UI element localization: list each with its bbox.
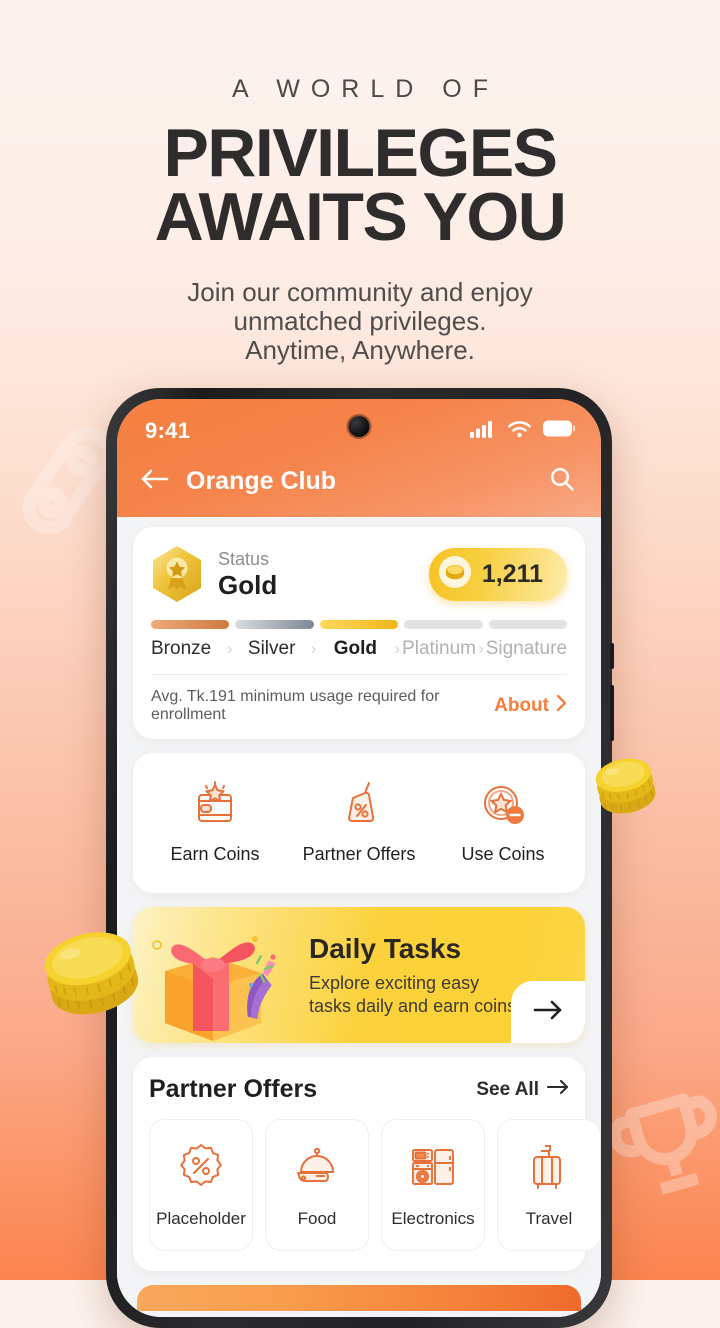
- tier-bar-bronze: [151, 620, 230, 629]
- hero-eyebrow: A WORLD OF: [232, 75, 499, 103]
- app-content: Status Gold 1,211 Bronze › Silver › Gold…: [117, 517, 601, 1317]
- hero-title-line-2: AWAITS YOU: [154, 179, 567, 255]
- percent-tag-icon: [335, 781, 383, 834]
- daily-tasks-subtitle-line-1: Explore exciting easy: [309, 973, 480, 993]
- gift-box-icon: [139, 913, 309, 1043]
- chevron-right-icon: ›: [394, 639, 401, 658]
- tier-bar-silver: [235, 620, 314, 629]
- quick-action-label: Use Coins: [461, 844, 545, 864]
- offer-label: Placeholder: [156, 1208, 246, 1228]
- status-icons: [470, 420, 575, 443]
- about-link[interactable]: About: [494, 694, 567, 718]
- hexagon-medal-icon: [151, 545, 203, 603]
- coin-balance-pill[interactable]: 1,211: [428, 547, 567, 601]
- arrow-left-icon[interactable]: [141, 468, 169, 495]
- daily-tasks-text: Daily Tasks Explore exciting easy tasks …: [309, 933, 521, 1018]
- see-all-button[interactable]: See All: [476, 1079, 569, 1101]
- quick-action-earn-coins[interactable]: Earn Coins: [143, 773, 287, 873]
- offer-label: Food: [297, 1208, 337, 1228]
- chevron-right-icon: ›: [310, 639, 317, 658]
- partner-offers-title: Partner Offers: [149, 1075, 318, 1103]
- enrollment-note: Avg. Tk.191 minimum usage required for e…: [151, 688, 440, 723]
- wallet-star-icon: [191, 781, 239, 834]
- percent-badge-icon: [176, 1142, 226, 1197]
- trophy-watermark-icon: [612, 1085, 720, 1209]
- luggage-icon: [524, 1142, 574, 1197]
- tier-bar-signature: [488, 620, 568, 629]
- see-all-label: See All: [476, 1078, 539, 1100]
- offer-tile-placeholder[interactable]: Placeholder: [149, 1119, 253, 1251]
- coin-icon: [438, 555, 472, 594]
- phone-screen: 9:41 Orange Club Status Gold 1,211 Bronz…: [117, 399, 601, 1317]
- star-coin-minus-icon: [479, 781, 527, 834]
- quick-action-label: Partner Offers: [302, 844, 416, 864]
- search-icon[interactable]: [549, 466, 575, 497]
- daily-tasks-arrow-button[interactable]: [511, 981, 585, 1043]
- tier-label-silver[interactable]: Silver: [235, 638, 309, 660]
- chevron-right-icon: ›: [478, 639, 484, 658]
- daily-tasks-subtitle-line-2: tasks daily and earn coins!: [309, 996, 522, 1016]
- wifi-icon: [507, 420, 532, 443]
- daily-tasks-subtitle: Explore exciting easy tasks daily and ea…: [309, 972, 521, 1018]
- tier-label-bronze[interactable]: Bronze: [151, 638, 225, 660]
- status-time: 9:41: [145, 418, 191, 443]
- hero-section: A WORLD OF PRIVILEGES AWAITS YOU Join ou…: [0, 0, 720, 365]
- status-card-footer: Avg. Tk.191 minimum usage required for e…: [151, 675, 567, 739]
- quick-action-partner-offers[interactable]: Partner Offers: [287, 773, 431, 873]
- hero-subtitle: Join our community and enjoy unmatched p…: [0, 278, 720, 365]
- app-title: Orange Club: [186, 466, 337, 495]
- partner-offers-header: Partner Offers See All: [149, 1075, 569, 1104]
- membership-status-card[interactable]: Status Gold 1,211 Bronze › Silver › Gold…: [133, 527, 585, 739]
- offer-tile-electronics[interactable]: Electronics: [381, 1119, 485, 1251]
- bottom-promo-strip[interactable]: [137, 1285, 581, 1311]
- food-cloche-icon: [292, 1142, 342, 1197]
- coin-balance-value: 1,211: [481, 559, 543, 588]
- tier-label-platinum[interactable]: Platinum: [402, 638, 476, 660]
- tier-labels-row: Bronze › Silver › Gold › Platinum › Sign…: [151, 638, 567, 660]
- status-card-labels: Status Gold: [218, 548, 429, 600]
- tier-label-gold[interactable]: Gold: [318, 638, 392, 660]
- offer-label: Travel: [525, 1208, 573, 1228]
- status-label: Status: [218, 549, 270, 569]
- offer-label: Electronics: [391, 1208, 475, 1228]
- cellular-signal-icon: [470, 420, 496, 443]
- quick-actions-card: Earn Coins Partner Offers Use Coins: [133, 753, 585, 893]
- hero-subtitle-line-1: Join our community and enjoy: [187, 277, 533, 307]
- page-title: PRIVILEGES AWAITS YOU: [0, 119, 720, 255]
- tier-label-signature[interactable]: Signature: [486, 638, 567, 660]
- about-label: About: [494, 695, 549, 716]
- partner-offers-card: Partner Offers See All Placeholder Food …: [133, 1057, 601, 1271]
- hero-subtitle-line-2: unmatched privileges.: [233, 306, 487, 336]
- offer-tile-food[interactable]: Food: [265, 1119, 369, 1251]
- front-camera-icon: [348, 416, 370, 437]
- appliances-icon: [408, 1142, 458, 1197]
- app-header: 9:41 Orange Club: [117, 399, 601, 517]
- partner-offers-list: Placeholder Food Electronics Travel: [149, 1119, 601, 1251]
- nav-bar: Orange Club: [117, 449, 601, 507]
- tier-bar-platinum: [404, 620, 483, 629]
- phone-mockup: 9:41 Orange Club Status Gold 1,211 Bronz…: [106, 388, 614, 1328]
- quick-action-use-coins[interactable]: Use Coins: [431, 773, 575, 873]
- tier-progress-bars: [151, 620, 568, 629]
- daily-tasks-banner[interactable]: Daily Tasks Explore exciting easy tasks …: [133, 907, 585, 1043]
- hero-subtitle-line-3: Anytime, Anywhere.: [245, 335, 475, 365]
- volume-up-button[interactable]: [610, 643, 614, 669]
- status-tier-value: Gold: [218, 570, 278, 600]
- status-card-header: Status Gold 1,211: [151, 545, 567, 603]
- arrow-right-icon: [546, 1079, 569, 1101]
- battery-icon: [543, 420, 575, 442]
- daily-tasks-title: Daily Tasks: [309, 933, 462, 964]
- arrow-right-icon: [533, 999, 563, 1026]
- quick-action-label: Earn Coins: [170, 844, 260, 864]
- volume-down-button[interactable]: [610, 685, 614, 741]
- chevron-right-icon: [556, 694, 567, 718]
- offer-tile-travel[interactable]: Travel: [497, 1119, 601, 1251]
- chevron-right-icon: ›: [227, 639, 233, 658]
- tier-bar-gold: [319, 620, 399, 629]
